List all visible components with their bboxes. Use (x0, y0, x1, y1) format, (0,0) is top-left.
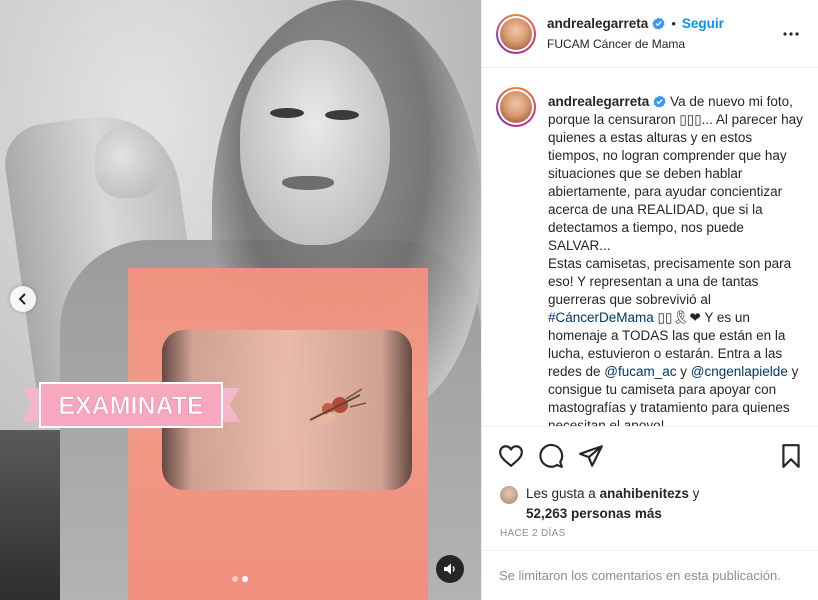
likes-middle: y (688, 486, 700, 501)
liker-avatar[interactable] (500, 486, 518, 504)
caption-emoji: ▯▯🎗❤ (653, 310, 701, 325)
more-options-icon[interactable] (783, 26, 799, 42)
header-title-row: andrealegarreta • Seguir (547, 15, 724, 33)
post-location[interactable]: FUCAM Cáncer de Mama (547, 37, 685, 51)
comments-notice-text: Se limitaron los comentarios en esta pub… (499, 568, 781, 583)
photo-eye-right (325, 110, 359, 120)
photo-eye-left (270, 108, 304, 118)
share-icon[interactable] (578, 443, 604, 469)
verified-badge-icon (653, 95, 666, 108)
speaker-icon (444, 563, 455, 575)
mention-link-cngenlapielde[interactable]: @cngenlapielde (691, 364, 788, 379)
follow-separator: • (671, 16, 676, 31)
liker-username[interactable]: anahibenitezs (600, 486, 689, 501)
post-media[interactable]: EXAMINATE (0, 0, 481, 600)
caption-text: andrealegarreta Va de nuevo mi foto, por… (548, 93, 806, 426)
post-timestamp[interactable]: HACE 2 DÍAS (500, 528, 566, 539)
sticker-text: EXAMINATE (58, 392, 203, 420)
verified-badge-icon (652, 17, 665, 30)
instagram-post-view: EXAMINATE andrealegarreta • Seguir FUCAM… (0, 0, 818, 600)
follow-button[interactable]: Seguir (682, 16, 724, 31)
comments-limited-notice: Se limitaron los comentarios en esta pub… (482, 550, 818, 600)
flower-tattoo-graphic (309, 388, 367, 427)
likes-prefix: Les gusta a (526, 486, 600, 501)
action-bar (482, 426, 818, 482)
carousel-indicator (232, 576, 248, 582)
author-username[interactable]: andrealegarreta (547, 16, 648, 31)
sound-toggle-button[interactable] (436, 555, 464, 583)
carousel-dot (232, 576, 238, 582)
heart-icon[interactable] (498, 443, 524, 469)
post-header: andrealegarreta • Seguir FUCAM Cáncer de … (482, 0, 818, 68)
post-side-panel: andrealegarreta • Seguir FUCAM Cáncer de … (481, 0, 818, 600)
caption-username[interactable]: andrealegarreta (548, 94, 649, 109)
hashtag-link[interactable]: #CáncerDeMama (548, 310, 654, 325)
caption-section: andrealegarreta Va de nuevo mi foto, por… (482, 69, 818, 426)
caption-body-3: y (676, 364, 691, 379)
caption-body-1: Va de nuevo mi foto, porque la censuraro… (548, 94, 803, 307)
photo-fist (95, 128, 161, 198)
chevron-left-icon (18, 293, 26, 305)
caption-author-avatar[interactable] (496, 87, 536, 127)
carousel-prev-button[interactable] (10, 286, 36, 312)
likes-count[interactable]: 52,263 personas más (526, 506, 662, 521)
author-avatar[interactable] (496, 14, 536, 54)
carousel-dot-active (242, 576, 248, 582)
bookmark-icon[interactable] (778, 443, 804, 469)
photo-face (240, 40, 390, 245)
examinate-sticker: EXAMINATE (22, 382, 240, 428)
photo-lips (282, 176, 334, 190)
comment-icon[interactable] (538, 443, 564, 469)
mention-link-fucam[interactable]: @fucam_ac (604, 364, 676, 379)
